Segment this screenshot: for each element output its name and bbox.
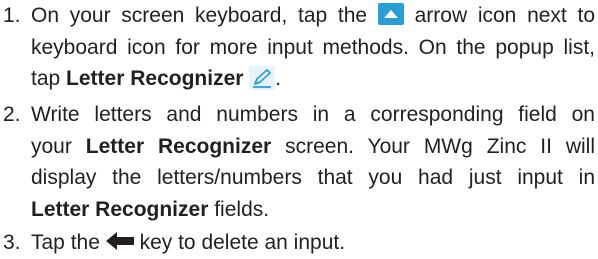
step-2-line-2: your Letter Recognizer screen. Your MWg … bbox=[3, 131, 595, 163]
step-text: screen. Your MWg Zinc II will bbox=[285, 134, 595, 158]
step-number: 1. bbox=[3, 4, 21, 27]
step-1-line-3: tap Letter Recognizer . bbox=[3, 63, 595, 95]
step-text: key to delete an input. bbox=[139, 231, 346, 254]
step-text: Tap the bbox=[31, 231, 100, 254]
step-number: 2. bbox=[3, 103, 21, 126]
letter-recognizer-label: Letter Recognizer bbox=[66, 67, 244, 91]
step-1-line-1: 1. On your screen keyboard, tap the arrow… bbox=[3, 0, 595, 32]
step-2-line-1: 2. Write letters and numbers in a corresp… bbox=[3, 99, 595, 131]
step-text: tap bbox=[31, 67, 61, 91]
step-2-line-4: Letter Recognizer fields. bbox=[3, 194, 595, 226]
letter-recognizer-label: Letter Recognizer bbox=[31, 197, 209, 221]
step-text: Write letters and numbers in a correspon… bbox=[31, 103, 595, 126]
step-text: On your screen keyboard, tap the bbox=[31, 4, 368, 27]
step-text: arrow icon next to bbox=[414, 4, 596, 27]
step-text: fields. bbox=[214, 197, 270, 221]
step-text: . bbox=[275, 67, 282, 91]
step-2: 2. Write letters and numbers in a corresp… bbox=[3, 99, 595, 225]
step-1: 1. On your screen keyboard, tap the arrow… bbox=[3, 0, 595, 95]
letter-recognizer-label: Letter Recognizer bbox=[85, 134, 272, 158]
backspace-arrow-icon bbox=[105, 232, 134, 251]
step-1-line-2: keyboard icon for more input methods. On… bbox=[31, 35, 595, 59]
step-2-line-3: display the letters/numbers that you had… bbox=[31, 166, 595, 190]
step-text: your bbox=[31, 134, 72, 158]
pen-icon bbox=[249, 65, 276, 90]
arrow-up-icon bbox=[377, 3, 404, 26]
